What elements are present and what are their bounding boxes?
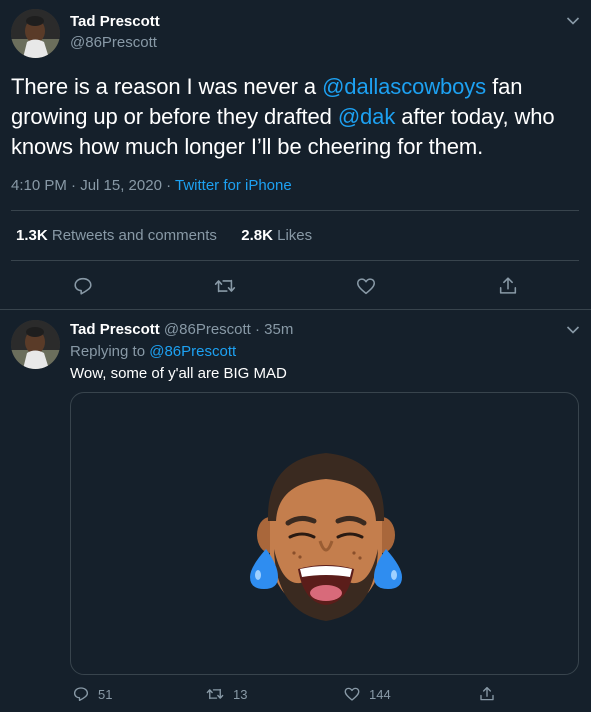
tweet-text-segment: There is a reason I was never a: [11, 74, 323, 99]
replying-prefix: Replying to: [70, 343, 150, 360]
reply-author-name[interactable]: Tad Prescott: [70, 321, 160, 338]
heart-icon: [356, 278, 376, 295]
timestamp[interactable]: 4:10 PM · Jul 15, 2020 ·: [11, 177, 175, 194]
share-button[interactable]: [497, 275, 519, 297]
chevron-down-icon[interactable]: [566, 325, 580, 335]
author-name[interactable]: Tad Prescott: [70, 13, 160, 30]
avatar-photo: [11, 320, 60, 369]
retweet-button[interactable]: 13: [205, 684, 247, 704]
share-button[interactable]: [478, 684, 504, 704]
chevron-down-icon[interactable]: [566, 16, 580, 26]
retweet-arrows-icon: [206, 688, 224, 700]
author-handle[interactable]: @86Prescott: [70, 34, 157, 51]
retweet-arrows-icon: [214, 279, 236, 293]
retweets-count: 1.3K: [16, 227, 48, 244]
likes-count: 2.8K: [241, 227, 273, 244]
reply-author-avatar[interactable]: [11, 320, 60, 369]
tweet-stats: 1.3K Retweets and comments 2.8K Likes: [16, 227, 312, 244]
likes-label: Likes: [272, 227, 313, 244]
replying-to: Replying to @86Prescott: [70, 343, 236, 360]
divider: [0, 309, 591, 310]
reply-button[interactable]: 51: [72, 684, 112, 704]
retweets-label: Retweets and comments: [47, 227, 217, 244]
reply-button[interactable]: [72, 275, 94, 297]
retweet-count: 13: [233, 686, 248, 702]
speech-bubble-icon: [74, 277, 92, 295]
tweet-text: There is a reason I was never a @dallasc…: [11, 72, 586, 162]
divider: [11, 210, 579, 211]
reply-count: 51: [98, 686, 113, 702]
mention-link[interactable]: @dallascowboys: [322, 74, 486, 99]
reply-author-handle-time[interactable]: @86Prescott · 35m: [160, 321, 293, 338]
like-button[interactable]: [355, 275, 377, 297]
share-upload-icon: [499, 277, 517, 294]
retweet-button[interactable]: [214, 275, 236, 297]
mention-link[interactable]: @dak: [338, 104, 396, 129]
divider: [11, 260, 579, 261]
heart-icon: [344, 687, 360, 701]
crying-laughing-memoji: [250, 453, 402, 621]
share-upload-icon: [480, 686, 494, 701]
speech-bubble-icon: [73, 687, 89, 702]
media-card[interactable]: [70, 392, 579, 675]
like-count: 144: [369, 686, 391, 702]
reply-text: Wow, some of y'all are BIG MAD: [70, 365, 287, 382]
replying-handle-link[interactable]: @86Prescott: [149, 343, 236, 360]
like-button[interactable]: 144: [343, 684, 391, 704]
likes-stat[interactable]: 2.8K Likes: [241, 227, 312, 244]
author-avatar[interactable]: [11, 9, 60, 58]
source-link[interactable]: Twitter for iPhone: [175, 177, 292, 194]
avatar-photo: [11, 9, 60, 58]
tweet-meta: 4:10 PM · Jul 15, 2020 · Twitter for iPh…: [11, 177, 292, 194]
reply-header: Tad Prescott @86Prescott · 35m: [70, 321, 293, 338]
retweets-stat[interactable]: 1.3K Retweets and comments: [16, 227, 217, 244]
